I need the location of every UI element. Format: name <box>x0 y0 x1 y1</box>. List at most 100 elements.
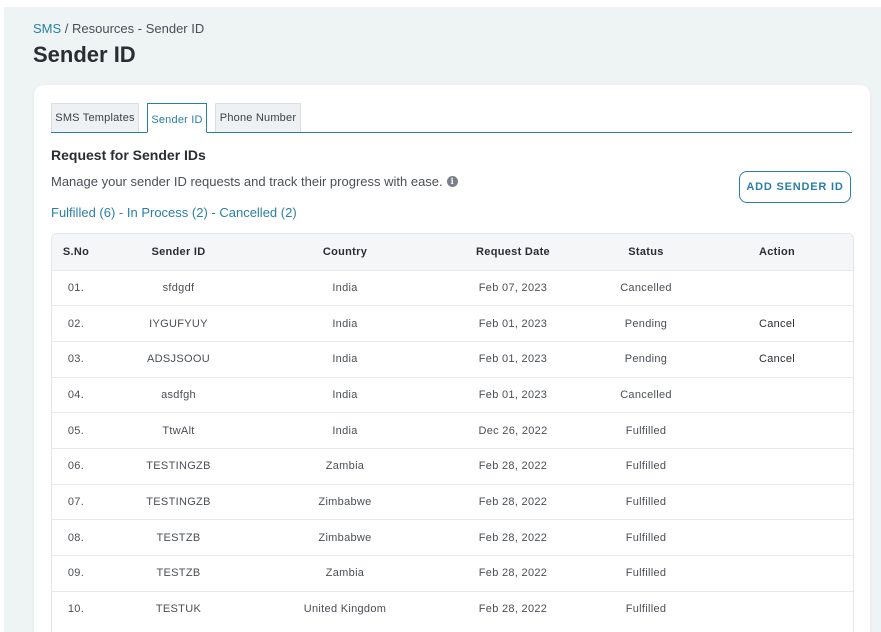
cell-country: Zambia <box>257 555 433 592</box>
cancel-request-link[interactable]: Cancel <box>699 340 853 378</box>
column-header-action: Action <box>758 245 796 258</box>
cell-request-date: Feb 01, 2023 <box>433 376 593 413</box>
status-summary: Fulfilled (6) - In Process (2) - Cancell… <box>51 205 297 220</box>
table-row: 06. TESTINGZB Zambia Feb 28, 2022 Fulfilled <box>52 447 853 485</box>
cell-sno: 10. <box>52 590 100 627</box>
cell-request-date: Feb 28, 2022 <box>433 519 593 556</box>
tab-label: Phone Number <box>219 112 297 124</box>
tab-sms-templates[interactable]: SMS Templates <box>51 103 139 132</box>
tab-bar: SMS Templates Sender ID Phone Number <box>51 103 852 133</box>
cell-status: Fulfilled <box>593 412 699 449</box>
page-title: Sender ID <box>33 42 136 67</box>
cell-sno: 07. <box>52 483 100 520</box>
cell-action <box>699 376 853 413</box>
section-title: Request for Sender IDs <box>51 147 206 163</box>
section-description: Manage your sender ID requests and track… <box>51 174 458 189</box>
cell-request-date: Feb 28, 2022 <box>433 590 593 627</box>
cell-country: Zimbabwe <box>257 519 433 556</box>
cell-country: United Kingdom <box>257 590 433 627</box>
cell-request-date: Feb 01, 2023 <box>433 340 593 378</box>
table-header-row: S.No Sender ID Country Request Date Stat… <box>52 234 853 270</box>
tab-label: SMS Templates <box>55 112 135 124</box>
cell-sno: 06. <box>52 447 100 485</box>
breadcrumb-separator: / <box>61 21 73 36</box>
column-header-status: Status <box>628 245 664 258</box>
cell-sno: 08. <box>52 519 100 556</box>
table-row: 01. sfdgdf India Feb 07, 2023 Cancelled <box>52 269 853 306</box>
table-row: 02. IYGUFYUY India Feb 01, 2023 Pending Cance… <box>52 305 853 342</box>
cell-status: Pending <box>593 340 699 378</box>
cell-sender-id: ADSJSOOU <box>100 340 257 378</box>
cell-sno: 04. <box>52 376 100 413</box>
cell-country: Zambia <box>257 447 433 485</box>
cell-request-date: Feb 01, 2023 <box>433 305 593 342</box>
table-row: 09. TESTZB Zambia Feb 28, 2022 Fulfilled <box>52 555 853 592</box>
sender-id-table: S.No Sender ID Country Request Date Stat… <box>52 234 853 627</box>
filter-cancelled-link[interactable]: Cancelled (2) <box>219 205 296 220</box>
cell-sno: 02. <box>52 305 100 342</box>
column-header-sender-id: Sender ID <box>151 245 206 258</box>
cell-action <box>699 483 853 520</box>
cell-sno: 03. <box>52 340 100 378</box>
breadcrumb-sms-link[interactable]: SMS <box>33 21 61 36</box>
cancel-request-link[interactable]: Cancel <box>699 305 853 342</box>
tab-sender-id[interactable]: Sender ID <box>147 103 207 133</box>
breadcrumb-current: Resources - Sender ID <box>72 21 205 36</box>
add-sender-id-button[interactable]: ADD SENDER ID <box>739 171 851 203</box>
section-description-text: Manage your sender ID requests and track… <box>51 174 443 189</box>
table-row: 07. TESTINGZB Zimbabwe Feb 28, 2022 Fulfille… <box>52 483 853 520</box>
cell-country: India <box>257 412 433 449</box>
cell-action <box>699 447 853 485</box>
cell-status: Fulfilled <box>593 555 699 592</box>
cell-sender-id: sfdgdf <box>100 269 257 306</box>
cell-country: India <box>257 305 433 342</box>
cell-status: Cancelled <box>593 269 699 306</box>
column-header-country: Country <box>322 245 368 258</box>
cell-sender-id: IYGUFYUY <box>100 305 257 342</box>
cell-sender-id: asdfgh <box>100 376 257 413</box>
cell-request-date: Feb 28, 2022 <box>433 447 593 485</box>
cell-action <box>699 519 853 556</box>
cell-request-date: Feb 28, 2022 <box>433 555 593 592</box>
cell-country: Zimbabwe <box>257 483 433 520</box>
cell-request-date: Feb 07, 2023 <box>433 269 593 306</box>
filter-in-process-link[interactable]: In Process (2) <box>127 205 208 220</box>
cell-status: Fulfilled <box>593 447 699 485</box>
cell-sender-id: TESTZB <box>100 519 257 556</box>
cell-sender-id: TtwAlt <box>100 412 257 449</box>
cell-action <box>699 590 853 627</box>
tab-phone-number[interactable]: Phone Number <box>215 103 301 132</box>
cell-sender-id: TESTINGZB <box>100 483 257 520</box>
cell-action <box>699 412 853 449</box>
table-row: 04. asdfgh India Feb 01, 2023 Cancelled <box>52 376 853 413</box>
table-row: 05. TtwAlt India Dec 26, 2022 Fulfilled <box>52 412 853 449</box>
cell-action <box>699 555 853 592</box>
table-row: 10. TESTUK United Kingdom Feb 28, 2022 Fulfi… <box>52 590 853 627</box>
cell-country: India <box>257 376 433 413</box>
cell-status: Fulfilled <box>593 519 699 556</box>
cell-action <box>699 269 853 306</box>
info-icon[interactable]: i <box>446 176 458 187</box>
column-header-request-date: Request Date <box>476 245 550 258</box>
cell-status: Fulfilled <box>593 590 699 627</box>
breadcrumb: SMS / Resources - Sender ID <box>33 21 204 36</box>
cell-sno: 09. <box>52 555 100 592</box>
cell-country: India <box>257 269 433 306</box>
content-card: SMS Templates Sender ID Phone Number Req… <box>34 85 870 632</box>
cell-status: Cancelled <box>593 376 699 413</box>
sender-id-table-container: S.No Sender ID Country Request Date Stat… <box>51 233 854 632</box>
table-row: 08. TESTZB Zimbabwe Feb 28, 2022 Fulfilled <box>52 519 853 556</box>
status-separator: - <box>207 205 220 220</box>
column-header-sno: S.No <box>62 245 90 258</box>
filter-fulfilled-link[interactable]: Fulfilled (6) <box>51 205 115 220</box>
cell-country: India <box>257 340 433 378</box>
cell-request-date: Dec 26, 2022 <box>433 412 593 449</box>
status-separator: - <box>115 205 127 220</box>
cell-status: Fulfilled <box>593 483 699 520</box>
cell-sender-id: TESTINGZB <box>100 447 257 485</box>
cell-request-date: Feb 28, 2022 <box>433 483 593 520</box>
cell-sno: 05. <box>52 412 100 449</box>
cell-sender-id: TESTUK <box>100 590 257 627</box>
cell-sender-id: TESTZB <box>100 555 257 592</box>
table-row: 03. ADSJSOOU India Feb 01, 2023 Pending Cance… <box>52 340 853 378</box>
